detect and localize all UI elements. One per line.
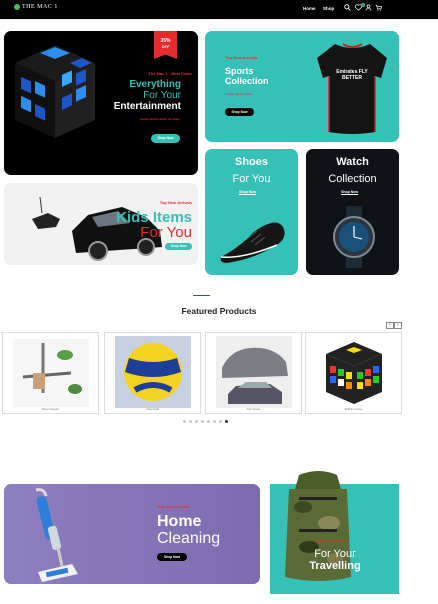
account-icon[interactable] <box>365 4 372 14</box>
carousel-prev-arrow[interactable]: ‹ <box>386 322 394 329</box>
carousel-dot[interactable] <box>201 420 204 423</box>
banner-eyebrow: Top New Arrivals <box>159 200 192 205</box>
banner-shoes[interactable]: Shoes For You Shop Now <box>205 149 298 275</box>
wristwatch-image <box>333 206 375 268</box>
product-image-figure <box>13 339 89 407</box>
banner-line1: Sports <box>225 66 254 76</box>
shop-now-button[interactable]: Shop Now <box>157 553 187 561</box>
banner-line3: Entertainment <box>113 101 181 112</box>
section-accent-bar <box>193 295 210 296</box>
product-image-car-cover <box>216 336 292 408</box>
jersey-sponsor-text: Emirates FLY BETTER <box>336 69 368 81</box>
product-card[interactable]: Car Cover <box>205 332 302 414</box>
shop-now-link[interactable]: Shop Now <box>239 190 256 194</box>
banner-line2: For Your <box>143 90 181 101</box>
product-name: Car Cover <box>246 407 261 411</box>
banner-line1: Shoes <box>234 156 268 168</box>
product-card[interactable]: Rubik's Cube <box>305 332 402 414</box>
banner-eyebrow: Top New Arrivals <box>157 504 190 509</box>
banner-eyebrow: Top New Arrivals <box>225 55 258 60</box>
logo-mark-icon <box>14 4 20 10</box>
banner-line1: For Your <box>314 548 356 560</box>
banner-line2: Cleaning <box>157 530 221 547</box>
banner-home-cleaning[interactable]: Top New Arrivals Home Cleaning Shop Now <box>4 484 260 584</box>
banner-line2: For You <box>232 173 271 185</box>
shop-now-button[interactable]: Shop Now <box>151 134 180 143</box>
site-logo[interactable]: THE MAC 1 <box>14 4 58 10</box>
banner-watch[interactable]: Watch Collection Shop Now <box>306 149 399 275</box>
carousel-dot[interactable] <box>219 420 222 423</box>
banner-eyebrow: Top New Arrivals <box>313 538 347 543</box>
banner-line1: Home <box>157 513 202 530</box>
product-name: Decor Figure <box>41 407 60 411</box>
banner-eyebrow: The Mac 1 - Best Seller <box>148 71 192 76</box>
carousel-next-arrow[interactable]: › <box>394 322 402 329</box>
banner-line2: Collection <box>225 76 269 86</box>
banner-sports[interactable]: Top New Arrivals Sports Collection Lorem… <box>205 31 399 142</box>
banner-line2: Collection <box>328 173 377 185</box>
shop-now-button[interactable]: Shop Now <box>225 108 254 116</box>
banner-line1: Watch <box>336 156 369 168</box>
featured-products-title: Featured Products <box>181 306 257 316</box>
shop-now-button[interactable]: Shop Now <box>165 243 192 250</box>
shop-now-link[interactable]: Shop Now <box>341 190 358 194</box>
jersey-image <box>317 43 387 134</box>
banner-fine-print: Lorem ipsum dolor <box>225 92 253 96</box>
product-image-volleyball <box>115 336 191 408</box>
sneaker-image <box>220 222 285 263</box>
carousel-dot[interactable] <box>207 420 210 423</box>
carousel-dot[interactable] <box>225 420 228 423</box>
product-card[interactable]: Volleyball <box>104 332 201 414</box>
cart-icon[interactable] <box>375 4 382 14</box>
product-name: Rubik's Cube <box>344 407 363 411</box>
top-navbar: THE MAC 1 Home Shop 0 <box>0 0 438 19</box>
product-name: Volleyball <box>146 407 159 411</box>
product-image-rubiks <box>316 336 392 408</box>
banner-fine-print: Lorem ipsum dolor sit amet. <box>139 117 180 121</box>
banner-kids[interactable]: Top New Arrivals Kids Items For You Shop… <box>4 183 198 265</box>
discount-label: OFF <box>161 44 170 49</box>
carousel-dot[interactable] <box>183 420 186 423</box>
nav-link-home[interactable]: Home <box>303 6 316 11</box>
carousel-dot[interactable] <box>213 420 216 423</box>
banner-line1: Everything <box>129 79 181 90</box>
vacuum-image <box>35 488 78 582</box>
banner-entertainment[interactable]: 35% OFF The Mac 1 - Best Seller Everythi… <box>4 31 198 175</box>
carousel-dot[interactable] <box>189 420 192 423</box>
banner-line2: Travelling <box>309 560 361 572</box>
nav-link-shop[interactable]: Shop <box>323 6 334 11</box>
banner-line2: For You <box>140 224 192 241</box>
carousel-dot[interactable] <box>195 420 198 423</box>
product-card[interactable]: Decor Figure <box>2 332 99 414</box>
header-divider <box>0 19 438 20</box>
search-icon[interactable] <box>344 4 351 14</box>
rubiks-cube-image <box>15 45 95 138</box>
